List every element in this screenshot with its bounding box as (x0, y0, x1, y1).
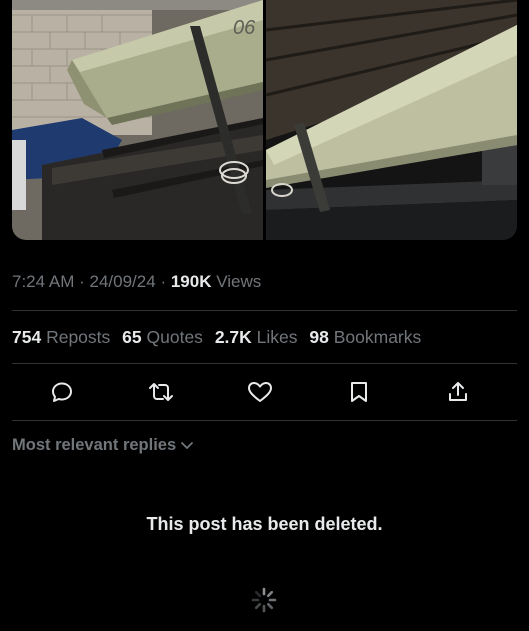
media-photo-left[interactable]: 06 (12, 0, 263, 240)
reposts-stat[interactable]: 754 Reposts (12, 327, 110, 347)
post-date[interactable]: 24/09/24 (90, 272, 156, 291)
share-icon (449, 382, 467, 401)
bookmark-button[interactable] (337, 376, 381, 408)
replies-sort-dropdown[interactable]: Most relevant replies (12, 436, 194, 455)
repost-icon (149, 383, 173, 401)
media-photo-right[interactable] (265, 0, 517, 240)
divider (12, 310, 517, 311)
like-icon (248, 382, 272, 402)
post-time[interactable]: 7:24 AM (12, 272, 74, 291)
missile-marking: 06 (233, 17, 256, 39)
repost-button[interactable] (139, 376, 183, 408)
reply-icon (52, 382, 72, 402)
post-meta: 7:24 AM · 24/09/24 · 190K Views (12, 272, 261, 292)
likes-label: Likes (256, 327, 298, 347)
views-count: 190K (170, 272, 212, 291)
post-stats: 754 Reposts 65 Quotes 2.7K Likes 98 Book… (12, 327, 428, 348)
views-label: Views (216, 272, 262, 291)
replies-sort-label: Most relevant replies (12, 436, 177, 454)
likes-count: 2.7K (214, 327, 252, 347)
deleted-post-notice: This post has been deleted. (146, 514, 383, 534)
post-media[interactable]: 06 (12, 0, 517, 240)
reposts-label: Reposts (46, 327, 111, 347)
quotes-label: Quotes (146, 327, 203, 347)
reply-button[interactable] (40, 376, 84, 408)
divider (12, 363, 517, 364)
action-bar (40, 376, 480, 408)
quotes-count: 65 (122, 327, 142, 347)
bookmarks-label: Bookmarks (333, 327, 422, 347)
meta-separator: · (160, 272, 167, 291)
share-button[interactable] (436, 376, 480, 408)
bookmarks-count: 98 (309, 327, 329, 347)
quotes-stat[interactable]: 65 Quotes (122, 327, 203, 347)
chevron-down-icon (181, 441, 194, 449)
divider (12, 420, 517, 421)
bookmark-icon (351, 382, 367, 402)
bookmarks-stat[interactable]: 98 Bookmarks (309, 327, 421, 347)
loading-spinner-icon (251, 587, 277, 613)
likes-stat[interactable]: 2.7K Likes (215, 327, 298, 347)
like-button[interactable] (238, 376, 282, 408)
meta-separator: · (79, 272, 85, 291)
reposts-count: 754 (12, 327, 42, 347)
